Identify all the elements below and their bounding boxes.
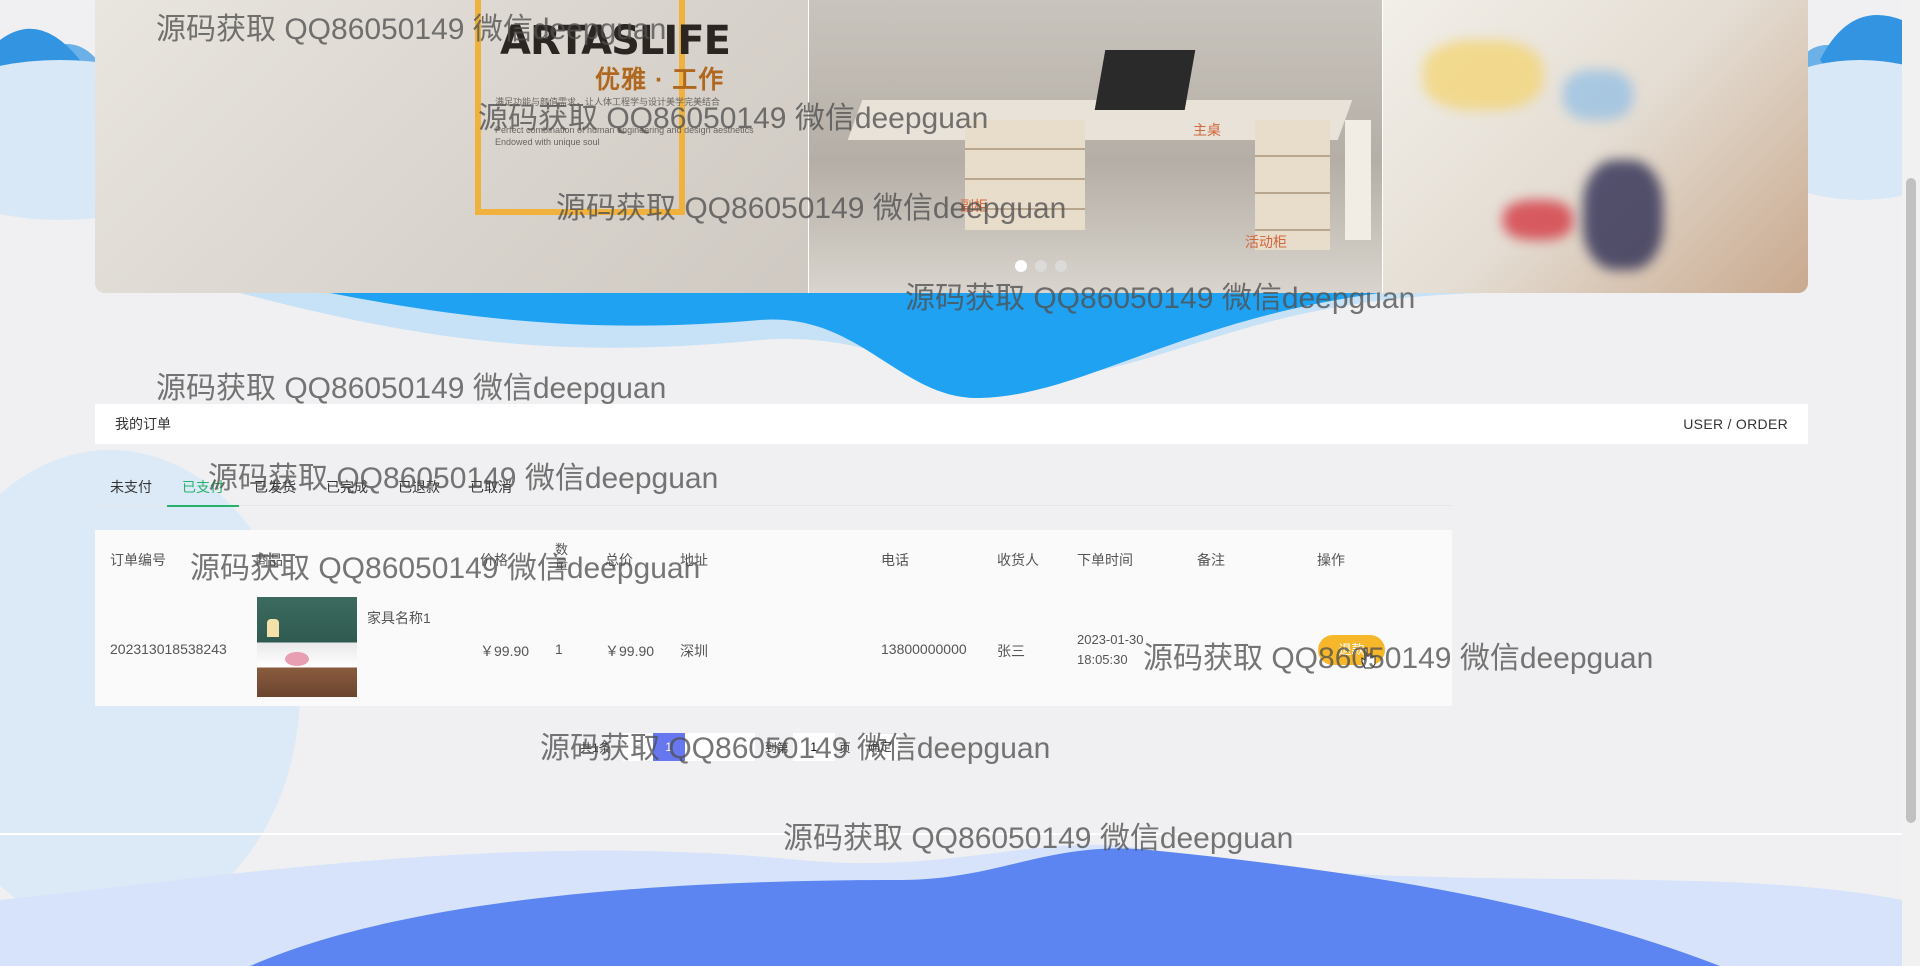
cell-quantity: 1 <box>555 641 563 657</box>
blur-shape <box>1423 40 1543 110</box>
cell-product-name[interactable]: 家具名称1 <box>367 608 431 628</box>
page-suffix-label: 页 <box>838 740 851 755</box>
page-number-current[interactable]: 1 <box>652 733 685 761</box>
order-status-tabs: 未支付 已支付 已发货 已完成 已退款 已取消 <box>95 468 1452 507</box>
next-page-button[interactable]: > <box>684 733 755 761</box>
order-table: 订单编号 商品 价格 数量 总价 地址 电话 收货人 下单时间 备注 操作 20… <box>95 530 1452 706</box>
brand-name: ARTASLIFE <box>500 18 731 64</box>
lamp-shape <box>267 619 279 637</box>
page: ARTASLIFE 优雅 · 工作 满足功能与颜值需求，让人体工程学与设计美学完… <box>0 0 1902 966</box>
carousel-dot[interactable] <box>1055 260 1067 272</box>
brand-subtext-3: Endowed with unique soul <box>495 137 600 147</box>
goto-label: 到第 <box>764 740 789 755</box>
header-receiver: 收货人 <box>997 552 1039 568</box>
hand-cursor-icon <box>1361 647 1376 669</box>
banner-slide-1: ARTASLIFE 优雅 · 工作 满足功能与颜值需求，让人体工程学与设计美学完… <box>95 0 808 293</box>
cell-address: 深圳 <box>680 643 708 659</box>
breadcrumb-path: USER / ORDER <box>1683 416 1788 432</box>
blur-shape <box>1563 70 1633 120</box>
tab-completed[interactable]: 已完成 <box>326 468 368 505</box>
desk-leg-image <box>1345 120 1371 240</box>
brand-subtext-1: 满足功能与颜值需求，让人体工程学与设计美学完美结合 <box>495 97 721 107</box>
label-mobile-cabinet: 活动柜 <box>1245 234 1287 250</box>
laptop-image <box>1094 50 1196 110</box>
tab-refunded[interactable]: 已退款 <box>398 468 440 505</box>
header-product: 商品 <box>255 552 283 568</box>
header-phone: 电话 <box>881 552 909 568</box>
scrollbar-thumb[interactable] <box>1906 178 1916 823</box>
carousel-dot[interactable] <box>1015 260 1027 272</box>
tab-unpaid[interactable]: 未支付 <box>110 468 152 505</box>
tab-paid[interactable]: 已支付 <box>167 468 239 507</box>
product-thumbnail[interactable] <box>257 597 357 697</box>
header-quantity: 数量 <box>555 542 569 572</box>
header-price: 价格 <box>480 552 508 568</box>
goto-page-input[interactable] <box>792 733 835 761</box>
banner-slide-3 <box>1382 0 1808 293</box>
cell-price: ￥99.90 <box>480 643 530 659</box>
cell-total: ￥99.90 <box>605 643 655 659</box>
cell-order-time: 2023-01-30 18:05:30 <box>1077 632 1144 667</box>
tab-shipped[interactable]: 已发货 <box>254 468 296 505</box>
header-remark: 备注 <box>1197 552 1225 568</box>
banner-carousel[interactable]: ARTASLIFE 优雅 · 工作 满足功能与颜值需求，让人体工程学与设计美学完… <box>95 0 1808 293</box>
cell-receiver: 张三 <box>997 643 1025 659</box>
header-order-no: 订单编号 <box>110 552 166 568</box>
header-order-time: 下单时间 <box>1077 552 1133 568</box>
footer-divider <box>0 833 1902 835</box>
page-title: 我的订单 <box>115 416 171 432</box>
carousel-indicators <box>1015 260 1067 272</box>
cell-phone: 13800000000 <box>881 641 967 657</box>
brand-tagline: 优雅 · 工作 <box>595 66 725 94</box>
cell-order-no: 202313018538243 <box>110 641 227 657</box>
blur-shape <box>1583 160 1663 270</box>
header-address: 地址 <box>680 552 708 568</box>
blur-shape <box>1503 200 1573 240</box>
stool-shape <box>285 652 309 666</box>
goto-confirm-button[interactable]: 确定 <box>858 733 901 761</box>
tab-cancelled[interactable]: 已取消 <box>470 468 512 505</box>
label-main-desk: 主桌 <box>1193 122 1221 138</box>
header-action: 操作 <box>1317 552 1345 568</box>
drawer-image-2 <box>1255 120 1330 250</box>
header-total: 总价 <box>605 552 633 568</box>
brand-subtext-2: Perfect combination of human engineering… <box>495 125 754 135</box>
pagination: 共1条 < 1 > 到第 页 确定 <box>580 733 901 761</box>
page-scrollbar[interactable] <box>1902 0 1920 966</box>
label-side-cabinet: 副柜 <box>960 198 988 214</box>
carousel-dot[interactable] <box>1035 260 1047 272</box>
prev-page-button[interactable]: < <box>622 733 653 761</box>
breadcrumb-bar: 我的订单 USER / ORDER <box>95 404 1808 444</box>
pagination-total: 共1条 <box>580 740 611 755</box>
